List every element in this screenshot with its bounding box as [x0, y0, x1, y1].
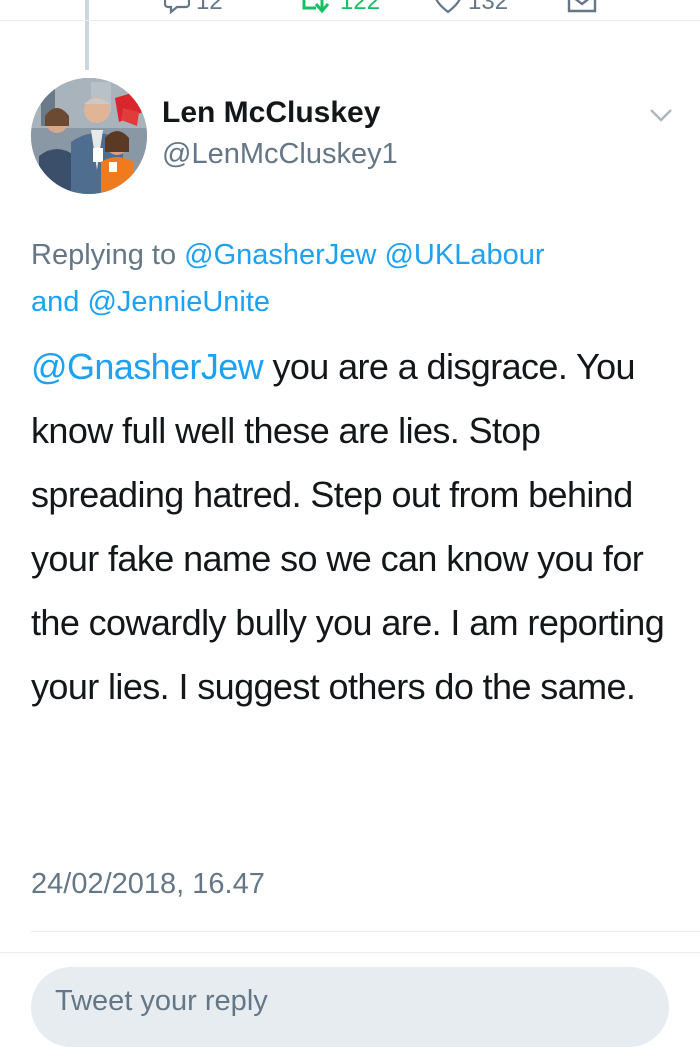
previous-tweet-action-bar: 12 122 132 [0, 0, 700, 20]
profile-photo [31, 78, 147, 194]
retweet-icon [300, 0, 334, 14]
heart-icon [434, 0, 462, 14]
tweet-mention-link[interactable]: @GnasherJew [31, 346, 264, 387]
author-handle[interactable]: @LenMcCluskey1 [162, 138, 398, 171]
tweet-menu-chevron-down-icon[interactable] [648, 106, 674, 124]
like-count: 132 [468, 0, 509, 15]
share-action[interactable] [566, 0, 598, 14]
retweet-count: 122 [340, 0, 381, 15]
like-action[interactable]: 132 [434, 0, 508, 16]
top-divider [0, 20, 700, 21]
reply-input[interactable]: Tweet your reply [31, 967, 669, 1047]
share-icon [566, 0, 598, 14]
reply-count: 12 [196, 0, 223, 15]
tweet-body: you are a disgrace. You know full well t… [31, 346, 665, 707]
divider [31, 931, 700, 932]
reply-placeholder: Tweet your reply [55, 985, 268, 1017]
tweet-timestamp[interactable]: 24/02/2018, 16.47 [31, 868, 265, 901]
reply-action[interactable]: 12 [164, 0, 223, 16]
tweet-text: @GnasherJew you are a disgrace. You know… [31, 335, 681, 719]
reply-icon [164, 0, 190, 14]
replying-to: Replying to @GnasherJew @UKLabour and @J… [31, 232, 671, 326]
author-name[interactable]: Len McCluskey [162, 96, 380, 130]
mention-link-and[interactable]: and [31, 286, 79, 318]
divider [0, 952, 700, 953]
mention-link[interactable]: @JennieUnite [87, 286, 270, 318]
replying-to-prefix: Replying to [31, 239, 185, 271]
mention-link[interactable]: @GnasherJew [184, 239, 376, 271]
mention-link[interactable]: @UKLabour [384, 239, 544, 271]
retweet-action[interactable]: 122 [300, 0, 380, 16]
author-avatar[interactable] [31, 78, 147, 194]
